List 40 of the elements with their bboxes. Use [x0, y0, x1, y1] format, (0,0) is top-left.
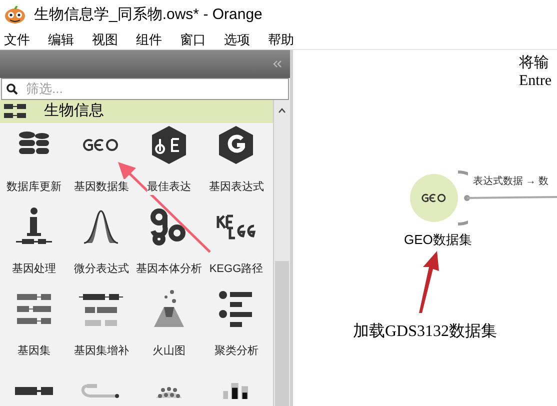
hexagon-icon — [218, 124, 254, 164]
geo-node[interactable] — [410, 174, 458, 222]
geo-logo-icon — [82, 138, 120, 152]
widget-label[interactable]: 最佳表达 — [146, 178, 191, 195]
scroll-up-icon[interactable] — [278, 108, 286, 113]
search-icon — [6, 83, 18, 95]
kegg-logo-icon — [216, 214, 256, 240]
note-text: Entre — [519, 72, 552, 90]
category-header[interactable]: 生物信息 — [0, 100, 273, 122]
cluster-list-icon — [218, 290, 254, 328]
gene-set-enrichment-icon — [79, 292, 124, 326]
scrollbar[interactable] — [273, 100, 290, 406]
cable-icon — [81, 384, 122, 398]
menu-item[interactable]: 视图 — [92, 30, 118, 50]
menu-item[interactable]: 组件 — [136, 30, 162, 50]
filter-input[interactable]: 筛选... — [26, 79, 284, 99]
menu-item[interactable]: 窗口 — [180, 30, 206, 50]
output-port-icon — [456, 170, 468, 226]
category-icon — [4, 103, 26, 120]
note-text: 将输 — [519, 54, 550, 72]
link-label: 表达式数据 → 数 — [473, 174, 549, 189]
callout-text: 加载GDS3132数据集 — [353, 322, 498, 342]
gene-sets-icon — [14, 292, 53, 326]
bell-curve-icon — [82, 208, 120, 244]
menu-item[interactable]: 选项 — [224, 30, 250, 50]
hexagon-icon — [150, 124, 187, 164]
app-logo-icon — [4, 6, 26, 24]
widget-label[interactable]: 微分表达式 — [74, 260, 129, 277]
filter-field[interactable]: 筛选... — [1, 78, 289, 100]
node-label: GEO数据集 — [404, 231, 472, 249]
info-icon — [14, 206, 54, 246]
geo-logo-icon — [421, 193, 447, 203]
window-title: 生物信息学_同系物.ows* - Orange — [34, 4, 262, 25]
gene-bar-icon — [14, 386, 53, 394]
menu-item[interactable]: 帮助 — [268, 30, 294, 50]
menu-item[interactable]: 文件 — [4, 30, 30, 50]
scrollbar-thumb[interactable] — [275, 261, 289, 406]
volcano-icon — [152, 288, 186, 328]
collapse-button[interactable] — [272, 60, 282, 68]
menu-item[interactable]: 编辑 — [48, 30, 74, 50]
